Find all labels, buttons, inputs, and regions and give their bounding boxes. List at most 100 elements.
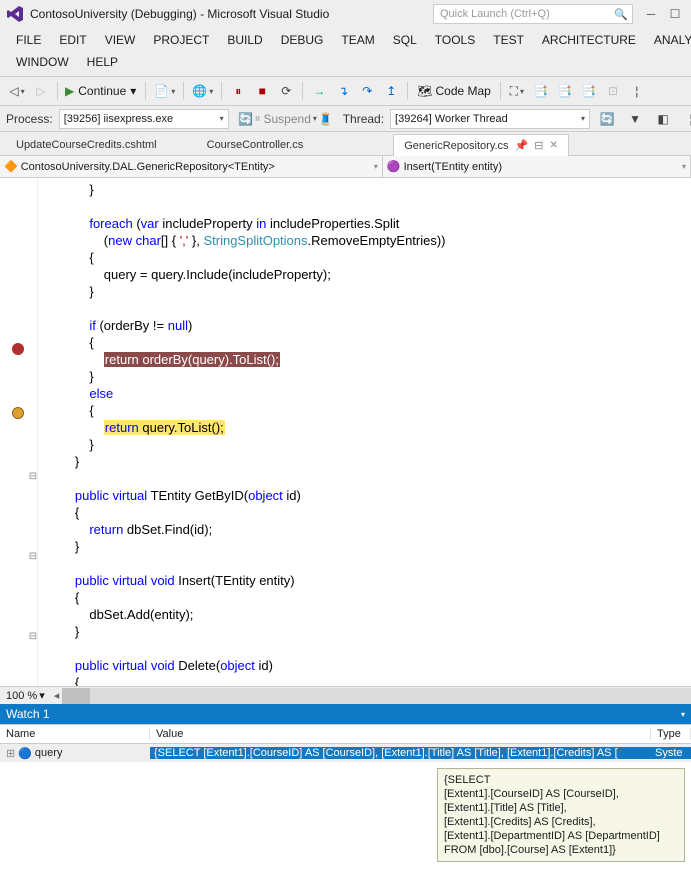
window-title: ContosoUniversity (Debugging) - Microsof… [26,7,433,21]
suspend-label: Suspend [264,112,311,126]
tool-button[interactable]: ⊡ [602,80,624,102]
tool-button[interactable]: 📑 [554,80,576,102]
zoom-combo[interactable]: 100 % ▾ [0,689,51,702]
tool-button[interactable]: ⛶▾ [506,80,528,102]
watch-body[interactable]: {SELECT [Extent1].[CourseID] AS [CourseI… [0,762,691,872]
toolbar-separator [221,82,222,100]
menu-debug[interactable]: DEBUG [273,30,332,50]
col-type[interactable]: Type [651,728,691,740]
collapse-icon[interactable]: ⊟ [28,551,38,562]
chevron-down-icon: ▾ [130,84,136,98]
menu-analyze[interactable]: ANALYZE [646,30,691,50]
show-next-stmt-button[interactable]: → [308,80,330,102]
restart-button[interactable]: ⟳ [275,80,297,102]
suspend-button[interactable]: ⏸ Suspend ▾ [275,108,297,130]
horizontal-scrollbar[interactable] [62,688,691,704]
menu-team[interactable]: TEAM [333,30,382,50]
breakpoint-icon[interactable] [12,343,24,355]
step-over-button[interactable]: ↷ [356,80,378,102]
tab-coursecontroller[interactable]: CourseController.cs [197,135,314,155]
code-nav-bar: 🔶 ContosoUniversity.DAL.GenericRepositor… [0,156,691,178]
type-nav-label: ContosoUniversity.DAL.GenericRepository<… [21,161,275,173]
browser-button[interactable]: 🌐▾ [189,80,216,102]
main-toolbar: ◁▾ ▷ ▶ Continue ▾ 📄▾ 🌐▾ ⏸ ■ ⟳ → ↴ ↷ ↥ 🗺 … [0,76,691,106]
method-icon: 🟣 [387,160,401,173]
preview-icon[interactable]: ⊟ [534,139,543,152]
watch-value: {SELECT [Extent1].[CourseID] AS [CourseI… [150,747,651,759]
filter-button[interactable]: ◧ [652,108,674,130]
play-icon: ▶ [65,84,74,98]
stop-button[interactable]: ■ [251,80,273,102]
nav-back-button[interactable]: ◁▾ [6,80,28,102]
panel-menu-icon[interactable]: ▾ [681,710,685,719]
thread-combo[interactable]: [39264] Worker Thread ▾ [390,109,590,129]
menu-sql[interactable]: SQL [385,30,425,50]
current-line-icon [12,407,24,419]
nav-fwd-button[interactable]: ▷ [30,80,52,102]
step-out-button[interactable]: ↥ [380,80,402,102]
menu-project[interactable]: PROJECT [145,30,217,50]
menu-help[interactable]: HELP [79,52,126,72]
editor-gutter[interactable]: ⊟ ⊟ ⊟ [0,178,38,686]
thread-label: Thread: [343,112,384,126]
code-editor[interactable]: ⊟ ⊟ ⊟ } foreach (var includeProperty in … [0,178,691,686]
collapse-icon[interactable]: ⊟ [28,631,38,642]
expand-icon[interactable]: ⊞ [6,747,15,760]
tab-genericrepository[interactable]: GenericRepository.cs 📌 ⊟ ✕ [393,134,569,156]
zoom-value: 100 % [6,690,37,702]
continue-label: Continue [78,84,126,98]
value-tooltip: {SELECT [Extent1].[CourseID] AS [CourseI… [437,768,685,862]
menu-view[interactable]: VIEW [97,30,144,50]
tool-button[interactable]: 📑 [530,80,552,102]
thread-cycle-button[interactable]: 🔄 [596,108,618,130]
flag-button[interactable]: ▼ [624,108,646,130]
toolbar-separator [407,82,408,100]
watch-header[interactable]: Watch 1 ▾ [0,704,691,724]
menu-architecture[interactable]: ARCHITECTURE [534,30,644,50]
menu-edit[interactable]: EDIT [51,30,94,50]
codemap-button[interactable]: 🗺 Code Map [413,80,495,102]
watch-title: Watch 1 [6,707,50,721]
title-bar: ContosoUniversity (Debugging) - Microsof… [0,0,691,28]
collapse-icon[interactable]: ⊟ [28,471,38,482]
menu-window[interactable]: WINDOW [8,52,77,72]
step-into-button[interactable]: ↴ [332,80,354,102]
new-item-button[interactable]: 📄▾ [151,80,178,102]
close-tab-button[interactable]: ✕ [549,140,557,151]
vs-logo-icon [4,3,26,25]
menu-file[interactable]: FILE [8,30,49,50]
code-text[interactable]: } foreach (var includeProperty in includ… [38,178,691,686]
toolbar-overflow[interactable]: ¦ [626,80,648,102]
col-value[interactable]: Value [150,728,651,740]
scrollbar-thumb[interactable] [62,688,90,704]
chevron-down-icon: ▾ [220,114,224,123]
scroll-left-button[interactable]: ◂ [51,689,63,702]
col-name[interactable]: Name [0,728,150,740]
pause-button[interactable]: ⏸ [227,80,249,102]
tab-updatecoursecredits[interactable]: UpdateCourseCredits.cshtml [6,135,167,155]
tool-button[interactable]: 📑 [578,80,600,102]
process-cycle-button[interactable]: 🔄 [235,108,257,130]
process-combo[interactable]: [39256] iisexpress.exe ▾ [59,109,229,129]
chevron-down-icon: ▾ [39,689,45,702]
codemap-label: Code Map [435,84,490,98]
menu-test[interactable]: TEST [485,30,532,50]
codemap-icon: 🗺 [417,84,432,98]
continue-button[interactable]: ▶ Continue ▾ [63,80,140,102]
tab-label: GenericRepository.cs [404,140,508,152]
quick-launch-input[interactable]: Quick Launch (Ctrl+Q) 🔍 [433,4,633,24]
type-nav-combo[interactable]: 🔶 ContosoUniversity.DAL.GenericRepositor… [0,156,383,177]
toolbar-overflow[interactable]: ¦ [680,108,691,130]
toolbar-separator [500,82,501,100]
minimize-button[interactable]: ─ [639,4,663,24]
menu-build[interactable]: BUILD [219,30,270,50]
member-nav-combo[interactable]: 🟣 Insert(TEntity entity) ▾ [383,156,691,177]
editor-status-bar: 100 % ▾ ◂ [0,686,691,704]
menu-tools[interactable]: TOOLS [427,30,483,50]
toolbar-separator [145,82,146,100]
watch-columns: Name Value Type [0,724,691,744]
suspend-icon: ⏸ [254,111,260,126]
watch-row[interactable]: ⊞ 🔵 query {SELECT [Extent1].[CourseID] A… [0,744,691,762]
maximize-button[interactable]: ☐ [663,4,687,24]
pin-icon[interactable]: 📌 [515,139,529,152]
